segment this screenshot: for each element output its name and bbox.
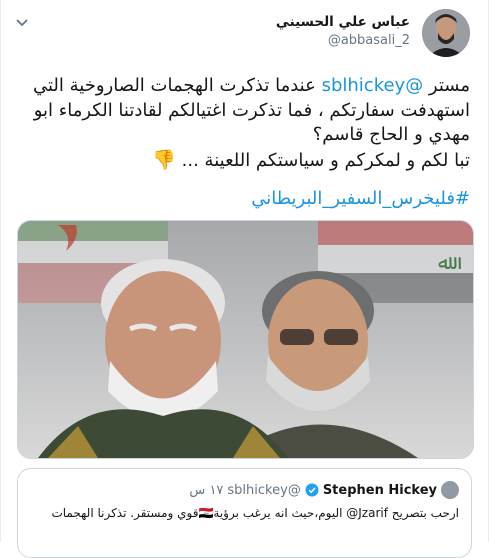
author-name[interactable]: عباس علي الحسيني [276,14,410,31]
quoted-tweet-header: Stephen Hickey @sblhickey ١٧ س [189,481,459,499]
quoted-tweet-text: ارحب بتصريح Jzarif@ اليوم،حيث انه يرغب ب… [51,506,460,520]
tweet-text: مستر @sblhickey عندما تذكرت الهجمات الصا… [15,74,470,173]
tweet-prefix: مستر [423,75,470,96]
quoted-author-handle[interactable]: @sblhickey [227,483,300,498]
avatar[interactable] [422,9,470,57]
quoted-tweet[interactable]: Stephen Hickey @sblhickey ١٧ س ارحب بتصر… [17,468,472,558]
tweet-line-4: تبا لكم و لمكركم و سياستكم اللعينة ... 👎 [15,148,470,174]
quoted-avatar[interactable] [441,481,459,499]
quoted-author-name[interactable]: Stephen Hickey [323,483,437,498]
tweet-card[interactable]: عباس علي الحسيني @abbasali_2 مستر @sblhi… [0,0,489,558]
thumbs-down-icon: 👎 [152,148,176,171]
tweet-line-2: استهدفت سفارتكم ، فما تذكرت اغتيالكم لقا… [33,99,470,121]
author-handle[interactable]: @abbasali_2 [276,32,410,49]
tweet-line-1-rest: عندما تذكرت الهجمات الصاروخية التي [32,75,322,96]
quoted-timestamp[interactable]: ١٧ س [189,483,223,498]
tweet-line-4-text: تبا لكم و لمكركم و سياستكم اللعينة ... [181,149,470,171]
tweet-line-1: مستر @sblhickey عندما تذكرت الهجمات الصا… [15,74,470,99]
verified-badge-icon [305,483,319,497]
tweet-line-3: مهدي و الحاج قاسم؟ [312,124,470,145]
tweet-image[interactable]: ﷲ [17,220,474,459]
tweet-author[interactable]: عباس علي الحسيني @abbasali_2 [276,14,410,49]
chevron-down-icon[interactable] [15,18,29,28]
hashtag-link[interactable]: #فليخرس_السفير_البريطاني [251,187,470,211]
mention-link[interactable]: @sblhickey [322,75,424,96]
